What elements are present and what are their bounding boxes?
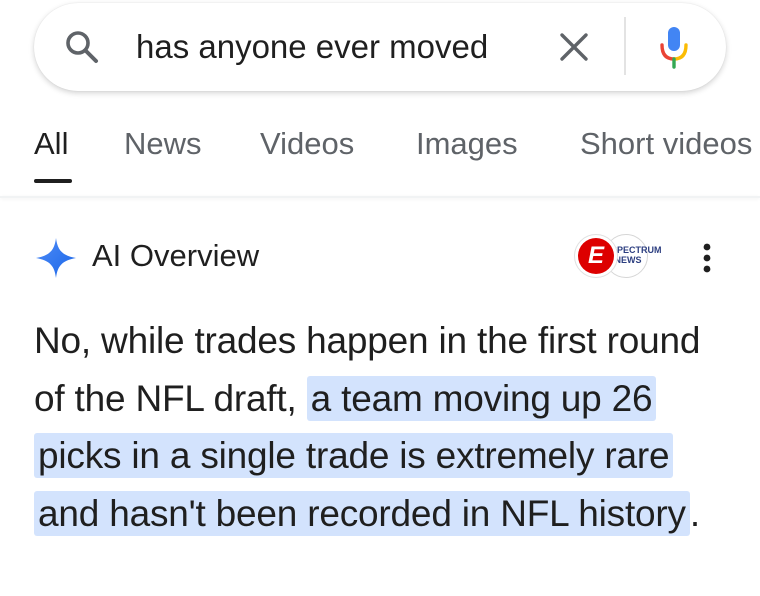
microphone-icon[interactable] [654,23,694,71]
active-tab-indicator [34,179,72,183]
more-vert-icon[interactable] [690,238,724,278]
search-divider [624,17,626,75]
search-bar[interactable] [34,3,726,91]
ai-overview-title: AI Overview [92,238,260,273]
tabs-divider [0,196,760,198]
search-icon[interactable] [64,29,100,65]
search-tabs: All News Videos Images Short videos [0,126,760,186]
search-input[interactable] [136,23,548,71]
espn-logo: E [578,238,614,274]
tab-all[interactable]: All [34,126,68,162]
sparkle-icon [36,238,76,278]
ai-overview-header: AI Overview SPECTRUM NEWS E [0,226,760,286]
espn-source-icon[interactable]: E [574,234,618,278]
tab-news[interactable]: News [124,126,202,162]
tab-short-videos[interactable]: Short videos [580,126,752,162]
tab-images[interactable]: Images [416,126,518,162]
source-icons[interactable]: SPECTRUM NEWS E [574,234,662,278]
answer-end: . [689,492,700,534]
tab-videos[interactable]: Videos [260,126,354,162]
ai-overview-answer: No, while trades happen in the first rou… [34,312,734,542]
close-icon[interactable] [554,27,594,67]
